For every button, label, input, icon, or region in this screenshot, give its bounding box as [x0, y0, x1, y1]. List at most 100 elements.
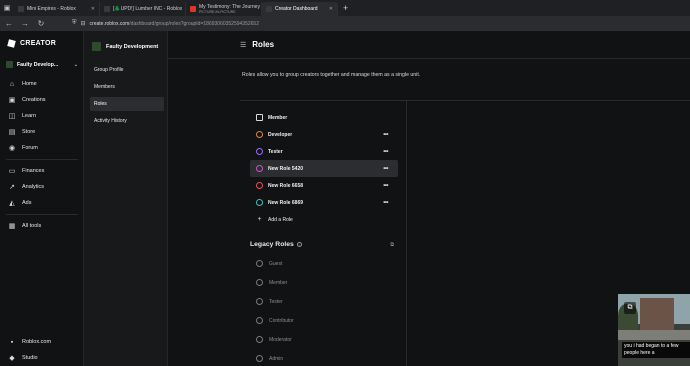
subnav-item-members[interactable]: Members	[90, 80, 164, 94]
role-icon	[256, 336, 263, 343]
tab-subtitle: PICTURE-IN-PICTURE	[199, 10, 236, 14]
legacy-role-label: Moderator	[269, 336, 292, 343]
tab-title-wrap: Mini Empires - Roblox	[27, 6, 76, 12]
new-tab-button[interactable]: +	[338, 3, 348, 13]
more-options-icon[interactable]: •••	[383, 200, 388, 206]
sidebar-item-label: Learn	[22, 113, 37, 119]
sidebar-item-store[interactable]: ▤ Store	[6, 124, 78, 140]
reload-icon[interactable]: ↻	[36, 19, 46, 28]
group-selector-label: Faulty Develop...	[17, 61, 59, 68]
role-item[interactable]: New Role 5420 •••	[250, 160, 398, 177]
role-icon	[256, 165, 263, 172]
legacy-role-item[interactable]: Contributor	[256, 311, 396, 330]
role-item[interactable]: New Role 6658 •••	[250, 177, 398, 194]
sidebar-item-all-tools[interactable]: ▦ All tools	[6, 218, 78, 234]
more-options-icon[interactable]: •••	[383, 149, 388, 155]
legacy-roles-list: Guest Member Tester Contributor Moderator Adm…	[256, 254, 396, 366]
sidebar-item-finances[interactable]: ▭ Finances	[6, 163, 78, 179]
tab-title: [🌲UPD!] Lumber INC - Roblox	[113, 6, 183, 12]
group-sidebar: Faulty Development Group Profile Members R…	[84, 31, 168, 366]
shield-icon: ⛨	[72, 20, 77, 26]
close-icon[interactable]: ✕	[329, 6, 333, 12]
roles-list: Member Developer ••• Tester ••• New Role 5420…	[250, 109, 398, 228]
roblox-logo-icon	[7, 39, 16, 48]
add-role-label: Add a Role	[268, 216, 293, 223]
browser-tab[interactable]: [🌲UPD!] Lumber INC - Roblox✕	[100, 2, 186, 16]
finances-icon: ▭	[8, 168, 16, 175]
info-icon[interactable]: i	[296, 242, 302, 247]
subnav-item-roles[interactable]: Roles	[90, 97, 164, 111]
home-icon: ⌂	[9, 80, 15, 88]
group-avatar	[92, 42, 101, 51]
sidebar-item-label: Creations	[22, 97, 46, 103]
role-label: Member	[268, 114, 288, 121]
role-icon	[256, 260, 263, 267]
tab-title-wrap: My Testimony: The Journey fro PICTURE-IN-…	[199, 4, 261, 14]
group-title-label: Faulty Development	[106, 43, 159, 50]
sidebar-item-creations[interactable]: ▣ Creations	[6, 92, 78, 108]
group-selector[interactable]: Faulty Develop... ⌄	[6, 61, 78, 68]
legacy-role-item[interactable]: Guest	[256, 254, 396, 273]
tab-title: Mini Empires - Roblox	[27, 6, 76, 12]
role-label: New Role 6658	[268, 182, 304, 189]
legacy-role-label: Admin	[269, 355, 284, 362]
url-host: create.roblox.com	[89, 20, 130, 27]
role-item[interactable]: Member	[250, 109, 398, 126]
role-item[interactable]: New Role 6869 •••	[250, 194, 398, 211]
tab-list-icon[interactable]: ▣	[0, 0, 14, 16]
forward-arrow-icon[interactable]: →	[20, 19, 30, 28]
sidebar-item-home[interactable]: ⌂ Home	[6, 76, 78, 92]
sidebar-item-roblox-com[interactable]: ▪ Roblox.com	[6, 334, 78, 350]
browser-tab[interactable]: My Testimony: The Journey fro PICTURE-IN-…	[186, 2, 262, 16]
subnav-item-activity-history[interactable]: Activity History	[90, 114, 164, 128]
more-options-icon[interactable]: •••	[383, 166, 388, 172]
legacy-role-item[interactable]: Admin	[256, 349, 396, 366]
divider	[406, 100, 407, 366]
site-info-icon[interactable]: ⊟	[81, 20, 86, 27]
legacy-roles-title: Legacy Roles	[250, 241, 294, 248]
more-options-icon[interactable]: •••	[383, 132, 388, 138]
role-icon	[256, 182, 263, 189]
role-label: Developer	[268, 131, 293, 138]
sidebar-item-label: Forum	[22, 145, 38, 151]
studio-icon: ◆	[9, 355, 15, 362]
creations-icon: ▣	[8, 97, 16, 104]
role-item[interactable]: Tester •••	[250, 143, 398, 160]
ads-icon: ◭	[9, 200, 15, 207]
sidebar-item-label: Ads	[22, 200, 32, 206]
creator-logo[interactable]: CREATOR	[7, 39, 56, 48]
legacy-role-item[interactable]: Tester	[256, 292, 396, 311]
picture-in-picture-video[interactable]: ⧉ you i had began to a few people here a	[618, 294, 690, 366]
sidebar-item-analytics[interactable]: ↗ Analytics	[6, 179, 78, 195]
pip-expand-icon[interactable]: ⧉	[624, 302, 636, 314]
more-options-icon[interactable]: •••	[383, 183, 388, 189]
sidebar-item-label: Store	[22, 129, 36, 135]
external-link-icon[interactable]: ⧉	[390, 242, 394, 248]
subnav-item-group-profile[interactable]: Group Profile	[90, 63, 164, 77]
close-icon[interactable]: ✕	[91, 6, 95, 12]
nav-section-bottom: ▪ Roblox.com ◆ Studio	[6, 334, 78, 366]
tab-title-wrap: Creator Dashboard	[275, 6, 318, 12]
favicon-icon	[104, 6, 110, 12]
main-content: ☰ Roles Roles allow you to group creator…	[168, 31, 690, 366]
role-label: New Role 6869	[268, 199, 304, 206]
page-description: Roles allow you to group creators togeth…	[242, 72, 421, 78]
sidebar-item-label: All tools	[22, 223, 42, 229]
back-arrow-icon[interactable]: ←	[4, 19, 14, 28]
role-item[interactable]: Developer •••	[250, 126, 398, 143]
sidebar-item-forum[interactable]: ◉ Forum	[6, 140, 78, 156]
legacy-role-item[interactable]: Member	[256, 273, 396, 292]
sidebar-item-learn[interactable]: ◫ Learn	[6, 108, 78, 124]
browser-tab[interactable]: Mini Empires - Roblox ✕	[14, 2, 100, 16]
sidebar-item-studio[interactable]: ◆ Studio	[6, 350, 78, 366]
roblox-icon: ▪	[10, 338, 14, 346]
sidebar-item-ads[interactable]: ◭ Ads	[6, 195, 78, 211]
menu-icon[interactable]: ☰	[240, 41, 246, 49]
tab-title: Creator Dashboard	[275, 6, 318, 12]
all-tools-icon: ▦	[8, 223, 16, 230]
legacy-role-item[interactable]: Moderator	[256, 330, 396, 349]
add-role-button[interactable]: + Add a Role	[250, 211, 398, 228]
browser-tab[interactable]: Creator Dashboard ✕	[262, 2, 338, 16]
page-header: ☰ Roles	[168, 31, 690, 59]
url-field[interactable]: ⛨ ⊟ create.roblox.com/dashboard/group/ro…	[72, 20, 259, 27]
